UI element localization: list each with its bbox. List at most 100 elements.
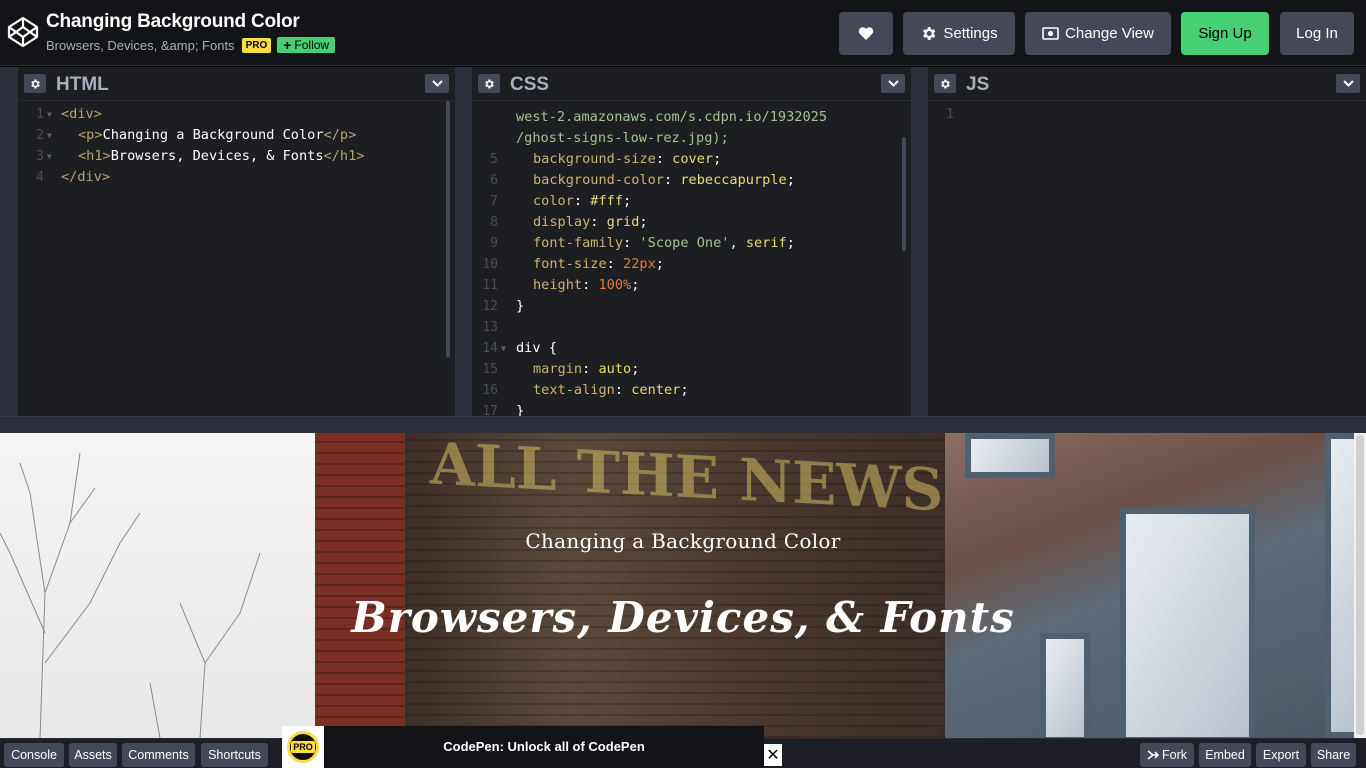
preview-paragraph: Changing a Background Color: [525, 529, 841, 553]
code-text: <p>Changing a Background Color</p>: [78, 127, 357, 143]
code-text: height: 100%;: [533, 277, 640, 293]
html-scrollbar[interactable]: [446, 101, 450, 358]
header: Changing Background Color Browsers, Devi…: [0, 0, 1366, 66]
pro-logo-badge: PRO: [291, 741, 315, 753]
settings-label: Settings: [943, 25, 998, 42]
promo-text: CodePen: Unlock all of CodePen: [443, 739, 645, 754]
code-text: color: #fff;: [533, 193, 632, 209]
line-number: 13: [482, 320, 498, 335]
fork-icon: [1147, 750, 1159, 760]
js-collapse-button[interactable]: [1336, 74, 1360, 93]
codepen-logo-icon[interactable]: [7, 16, 39, 48]
preview-frame: ALL THE NEWS Changing a Background Color…: [0, 433, 1366, 738]
js-code-editor[interactable]: 1: [928, 103, 1366, 416]
line-number: 3: [36, 149, 44, 164]
preview-scrollbar[interactable]: [1356, 435, 1364, 735]
code-line: west-2.amazonaws.com/s.cdpn.io/1932025: [472, 107, 911, 128]
preview-resizer[interactable]: [0, 416, 1366, 433]
follow-button[interactable]: + Follow: [277, 37, 336, 53]
pen-subtitle: Browsers, Devices, &amp; Fonts: [46, 37, 235, 53]
house-window-top: [965, 433, 1055, 478]
change-view-button[interactable]: Change View: [1025, 12, 1171, 55]
close-icon[interactable]: ✕: [764, 744, 782, 766]
code-text: west-2.amazonaws.com/s.cdpn.io/1932025: [516, 109, 827, 125]
html-code-editor[interactable]: 1 ▼ <div> 2 ▼ <p>Changing a Background Color<…: [18, 103, 455, 416]
code-line: 10 font-size: 22px;: [472, 254, 911, 275]
line-number: 10: [482, 257, 498, 272]
export-button[interactable]: Export: [1256, 743, 1306, 767]
panel-resizer-left[interactable]: [0, 67, 18, 416]
code-line: 13: [472, 317, 911, 338]
gear-icon: [923, 27, 936, 40]
code-line: 4 </div>: [18, 167, 455, 188]
preview-red-brick: [315, 433, 410, 738]
preview-heading: Browsers, Devices, & Fonts: [351, 593, 1015, 642]
code-text: div {: [516, 340, 557, 356]
css-collapse-button[interactable]: [881, 74, 905, 93]
css-panel: CSS west-2.amazonaws.com/s.cdpn.io/19320…: [472, 67, 911, 416]
code-text: /ghost-signs-low-rez.jpg);: [516, 130, 729, 146]
js-panel-title: JS: [966, 74, 990, 95]
pen-subtitle-row: Browsers, Devices, &amp; Fonts PRO + Fol…: [46, 37, 336, 53]
code-line: 9 font-family: 'Scope One', serif;: [472, 233, 911, 254]
css-scrollbar[interactable]: [902, 137, 906, 251]
chevron-down-icon: [887, 80, 899, 87]
line-number: 12: [482, 299, 498, 314]
signup-button[interactable]: Sign Up: [1181, 12, 1269, 55]
css-settings-button[interactable]: [478, 74, 500, 93]
assets-button[interactable]: Assets: [69, 743, 117, 767]
console-button[interactable]: Console: [4, 743, 64, 767]
code-text: <div>: [61, 106, 102, 122]
embed-button[interactable]: Embed: [1199, 743, 1251, 767]
settings-button[interactable]: Settings: [903, 12, 1015, 55]
preview-sky: [0, 433, 330, 738]
fold-arrow-icon[interactable]: ▼: [47, 146, 52, 167]
fold-arrow-icon[interactable]: ▼: [47, 125, 52, 146]
line-number: 14: [482, 341, 498, 356]
code-line: 11 height: 100%;: [472, 275, 911, 296]
html-panel: HTML 1 ▼ <div> 2 ▼ <p>Changing a Background C…: [18, 67, 455, 416]
css-code-editor[interactable]: west-2.amazonaws.com/s.cdpn.io/1932025/g…: [472, 103, 911, 416]
line-number: 4: [36, 170, 44, 185]
pro-logo-circle: PRO: [287, 731, 319, 763]
line-number: 15: [482, 362, 498, 377]
css-panel-title: CSS: [510, 74, 550, 95]
line-number: 11: [482, 278, 498, 293]
fork-label: Fork: [1162, 748, 1187, 762]
code-text: </div>: [61, 169, 111, 185]
code-line: 8 display: grid;: [472, 212, 911, 233]
share-button[interactable]: Share: [1311, 743, 1356, 767]
code-text: <h1>Browsers, Devices, & Fonts</h1>: [78, 148, 365, 164]
shortcuts-button[interactable]: Shortcuts: [201, 743, 268, 767]
html-collapse-button[interactable]: [425, 74, 449, 93]
fold-arrow-icon[interactable]: ▼: [47, 104, 52, 125]
fork-button[interactable]: Fork: [1140, 743, 1194, 767]
panel-resizer-html-css[interactable]: [455, 67, 472, 416]
line-number: 2: [36, 128, 44, 143]
line-number: 9: [490, 236, 498, 251]
change-view-label: Change View: [1065, 25, 1154, 42]
code-line: 5 background-size: cover;: [472, 149, 911, 170]
code-line: 12}: [472, 296, 911, 317]
js-settings-button[interactable]: [934, 74, 956, 93]
html-panel-title: HTML: [56, 74, 109, 95]
html-settings-button[interactable]: [24, 74, 46, 93]
line-number: 8: [490, 215, 498, 230]
login-button[interactable]: Log In: [1280, 12, 1354, 55]
line-number: 5: [490, 152, 498, 167]
code-line: 3 ▼ <h1>Browsers, Devices, & Fonts</h1>: [18, 146, 455, 167]
code-text: display: grid;: [533, 214, 648, 230]
panel-resizer-css-js[interactable]: [911, 67, 928, 416]
heart-button[interactable]: [839, 12, 893, 55]
comments-button[interactable]: Comments: [122, 743, 195, 767]
code-text: text-align: center;: [533, 382, 689, 398]
code-line: 6 background-color: rebeccapurple;: [472, 170, 911, 191]
line-number: 7: [490, 194, 498, 209]
pro-promo-banner[interactable]: PRO CodePen: Unlock all of CodePen: [282, 726, 764, 768]
line-number: 1: [946, 107, 954, 122]
fold-arrow-icon[interactable]: ▼: [501, 338, 506, 359]
code-line: 16 text-align: center;: [472, 380, 911, 401]
code-text: background-color: rebeccapurple;: [533, 172, 795, 188]
gear-icon: [31, 79, 40, 88]
line-number: 6: [490, 173, 498, 188]
